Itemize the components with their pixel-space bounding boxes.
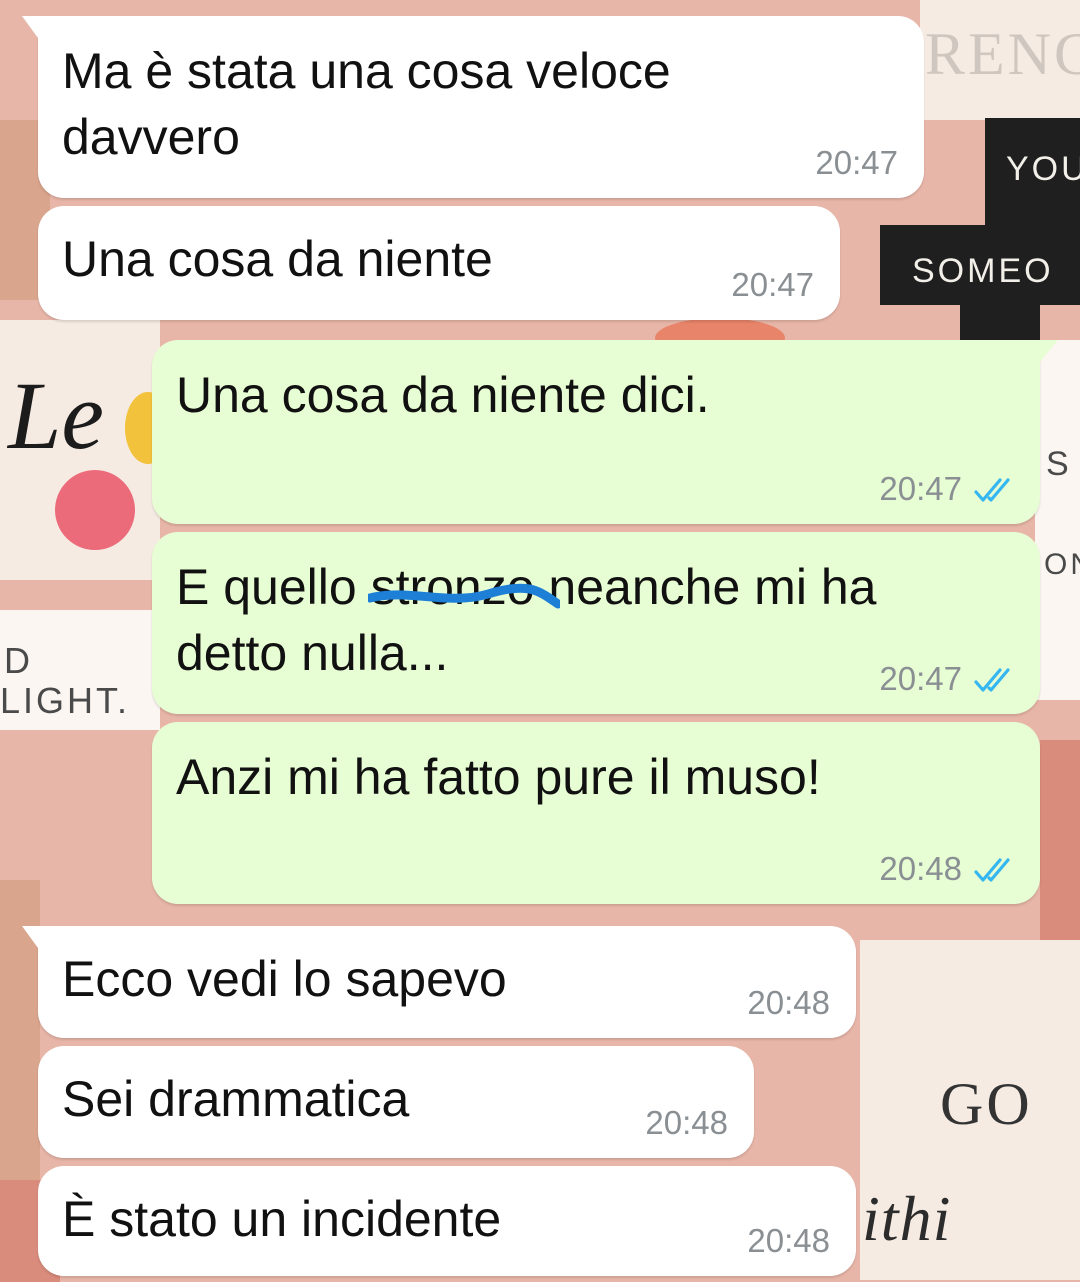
wallpaper-card	[1040, 740, 1080, 940]
message-line: Sei drammatica	[62, 1071, 410, 1127]
message-time: 20:47	[879, 660, 962, 697]
double-check-read-icon	[974, 668, 1010, 692]
wallpaper-text: RENG	[925, 21, 1080, 87]
message-text: Ecco vedi lo sapevo	[62, 946, 507, 1012]
message-text: Ma è stata una cosa veloce davvero	[62, 38, 671, 170]
incoming-message[interactable]: Ecco vedi lo sapevo 20:48	[22, 926, 856, 1038]
wallpaper-text: Le	[8, 362, 104, 469]
wallpaper-card	[1035, 340, 1080, 700]
message-line: Una cosa da niente	[62, 231, 493, 287]
incoming-message[interactable]: È stato un incidente 20:48	[38, 1166, 856, 1276]
message-text: Una cosa da niente dici.	[176, 362, 710, 428]
message-text: Una cosa da niente	[62, 226, 493, 292]
incoming-message[interactable]: Ma è stata una cosa veloce davvero 20:47	[22, 16, 924, 198]
outgoing-message[interactable]: Anzi mi ha fatto pure il muso! 20:48	[152, 722, 1040, 904]
wallpaper-text: D	[4, 640, 33, 681]
message-time: 20:48	[645, 1104, 728, 1141]
message-line: Ecco vedi lo sapevo	[62, 951, 507, 1007]
message-line: detto nulla...	[176, 625, 449, 681]
incoming-message[interactable]: Una cosa da niente 20:47	[38, 206, 840, 320]
message-time: 20:47	[815, 144, 898, 181]
wallpaper-pink-dot	[55, 470, 135, 550]
message-line: Una cosa da niente dici.	[176, 367, 710, 423]
wallpaper-text: LIGHT.	[0, 680, 131, 721]
message-time: 20:48	[747, 1222, 830, 1259]
message-line: davvero	[62, 109, 240, 165]
message-time: 20:48	[747, 984, 830, 1021]
incoming-message[interactable]: Sei drammatica 20:48	[38, 1046, 754, 1158]
outgoing-message[interactable]: E quello stronzo neanche mi ha detto nul…	[152, 532, 1040, 714]
message-text: Anzi mi ha fatto pure il muso!	[176, 744, 821, 810]
wallpaper-text: ON	[1044, 548, 1080, 581]
wallpaper-card	[0, 880, 40, 1180]
wallpaper-text: S	[1046, 445, 1072, 483]
message-time: 20:48	[879, 850, 962, 887]
message-time: 20:47	[731, 266, 814, 303]
message-text: Sei drammatica	[62, 1066, 409, 1132]
message-line: È stato un incidente	[62, 1191, 502, 1247]
message-line: Ma è stata una cosa veloce	[62, 43, 671, 99]
message-time: 20:47	[879, 470, 962, 507]
redaction-scribble	[368, 583, 560, 609]
double-check-read-icon	[974, 858, 1010, 882]
message-text: E quello stronzo neanche mi ha detto nul…	[176, 554, 876, 686]
double-check-read-icon	[974, 478, 1010, 502]
wallpaper-text: GO	[940, 1071, 1033, 1137]
message-text: È stato un incidente	[62, 1186, 501, 1252]
message-line: Anzi mi ha fatto pure il muso!	[176, 749, 821, 805]
wallpaper-text: SOMEO	[912, 252, 1054, 290]
wallpaper-text: ithi	[862, 1183, 952, 1254]
outgoing-message[interactable]: Una cosa da niente dici. 20:47	[152, 340, 1058, 524]
wallpaper-text: YOU	[1006, 150, 1080, 188]
